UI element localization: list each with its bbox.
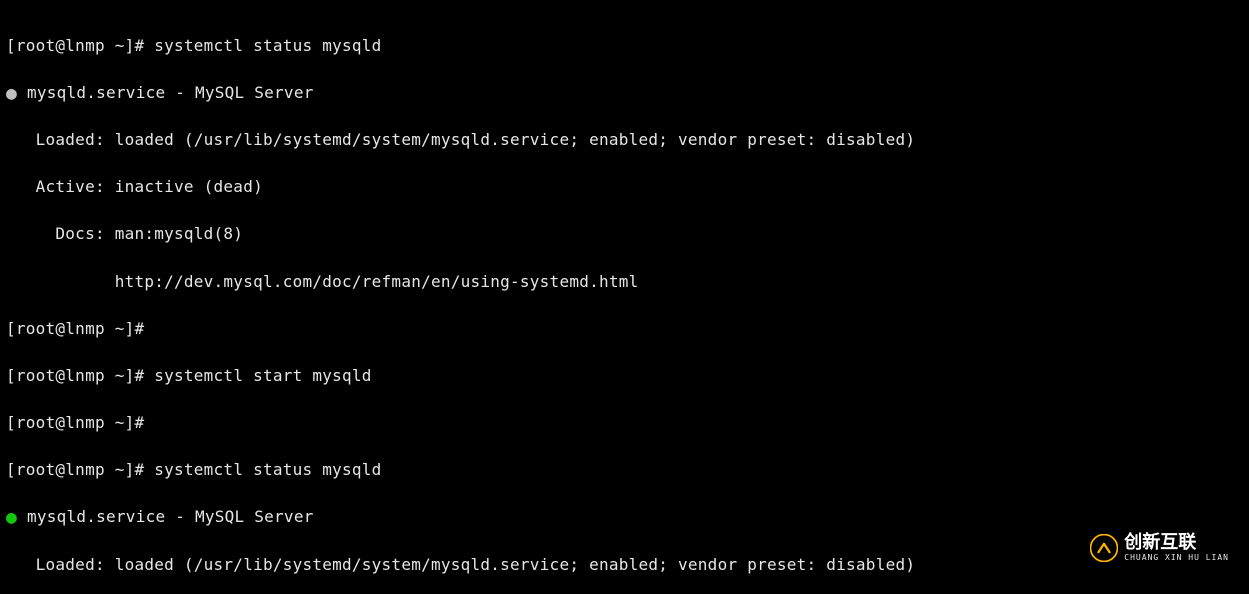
output-line: Active: inactive (dead) (6, 175, 1243, 199)
shell-line: [root@lnmp ~]# systemctl status mysqld (6, 34, 1243, 58)
output-line: Loaded: loaded (/usr/lib/systemd/system/… (6, 553, 1243, 577)
shell-line: [root@lnmp ~]# systemctl status mysqld (6, 458, 1243, 482)
output-line: http://dev.mysql.com/doc/refman/en/using… (6, 270, 1243, 294)
watermark-logo: 创新互联 CHUANG XIN HU LIAN (1090, 534, 1229, 562)
output-line: ● mysqld.service - MySQL Server (6, 505, 1243, 529)
watermark-sub: CHUANG XIN HU LIAN (1124, 554, 1229, 562)
shell-line: [root@lnmp ~]# systemctl start mysqld (6, 364, 1243, 388)
logo-icon (1090, 534, 1118, 562)
shell-line: [root@lnmp ~]# (6, 411, 1243, 435)
watermark-brand: 创新互联 (1124, 534, 1229, 552)
output-line: Docs: man:mysqld(8) (6, 222, 1243, 246)
output-line: Loaded: loaded (/usr/lib/systemd/system/… (6, 128, 1243, 152)
status-bullet-active-icon: ● (6, 507, 17, 528)
status-bullet-inactive-icon: ● (6, 83, 17, 104)
shell-line: [root@lnmp ~]# (6, 317, 1243, 341)
terminal[interactable]: [root@lnmp ~]# systemctl status mysqld ●… (0, 0, 1249, 594)
output-line: ● mysqld.service - MySQL Server (6, 81, 1243, 105)
